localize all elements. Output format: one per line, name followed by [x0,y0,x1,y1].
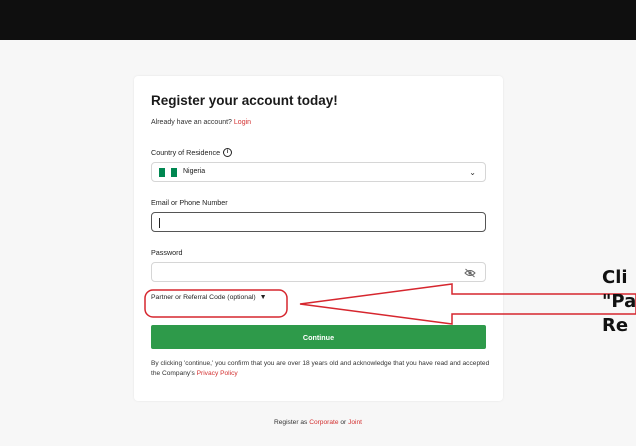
continue-button[interactable]: Continue [151,325,486,349]
country-label-text: Country of Residence [151,148,221,157]
caret-down-icon: ▼ [259,294,267,301]
callout-line-1: Cli [602,267,628,288]
eye-off-icon[interactable] [464,268,476,278]
corporate-link[interactable]: Corporate [309,419,338,426]
info-icon[interactable]: i [223,148,233,157]
page-title: Register your account today! [151,93,338,108]
joint-link[interactable]: Joint [348,419,362,426]
callout-line-3: Re [602,315,629,336]
chevron-down-icon: ⌄ [469,168,476,177]
email-field[interactable] [151,212,486,232]
footer-or: or [340,419,347,426]
country-value: Nigeria [183,168,206,175]
annotation-callout-text: Cli "Pa Re [602,266,636,338]
nigeria-flag-icon [159,168,177,177]
privacy-policy-link[interactable]: Privacy Policy [197,370,238,377]
login-link[interactable]: Login [234,119,251,126]
login-prompt: Already have an account? Login [151,119,251,126]
already-text: Already have an account? [151,119,232,126]
referral-label: Partner or Referral Code (optional) [151,294,256,301]
country-label: Country of Residence i [151,148,233,157]
referral-code-toggle[interactable]: Partner or Referral Code (optional) ▼ [151,294,267,301]
text-cursor [159,218,160,228]
email-label: Email or Phone Number [151,198,228,207]
password-label: Password [151,248,183,257]
terms-text: By clicking 'continue,' you confirm that… [151,359,491,379]
country-select[interactable]: Nigeria ⌄ [151,162,486,182]
password-field[interactable] [151,262,486,282]
footer-prefix: Register as [273,419,308,426]
top-bar [0,0,636,40]
footer-register-options: Register as Corporate or Joint [0,419,636,426]
callout-line-2: "Pa [602,291,636,312]
registration-card: Register your account today! Already hav… [134,76,503,401]
